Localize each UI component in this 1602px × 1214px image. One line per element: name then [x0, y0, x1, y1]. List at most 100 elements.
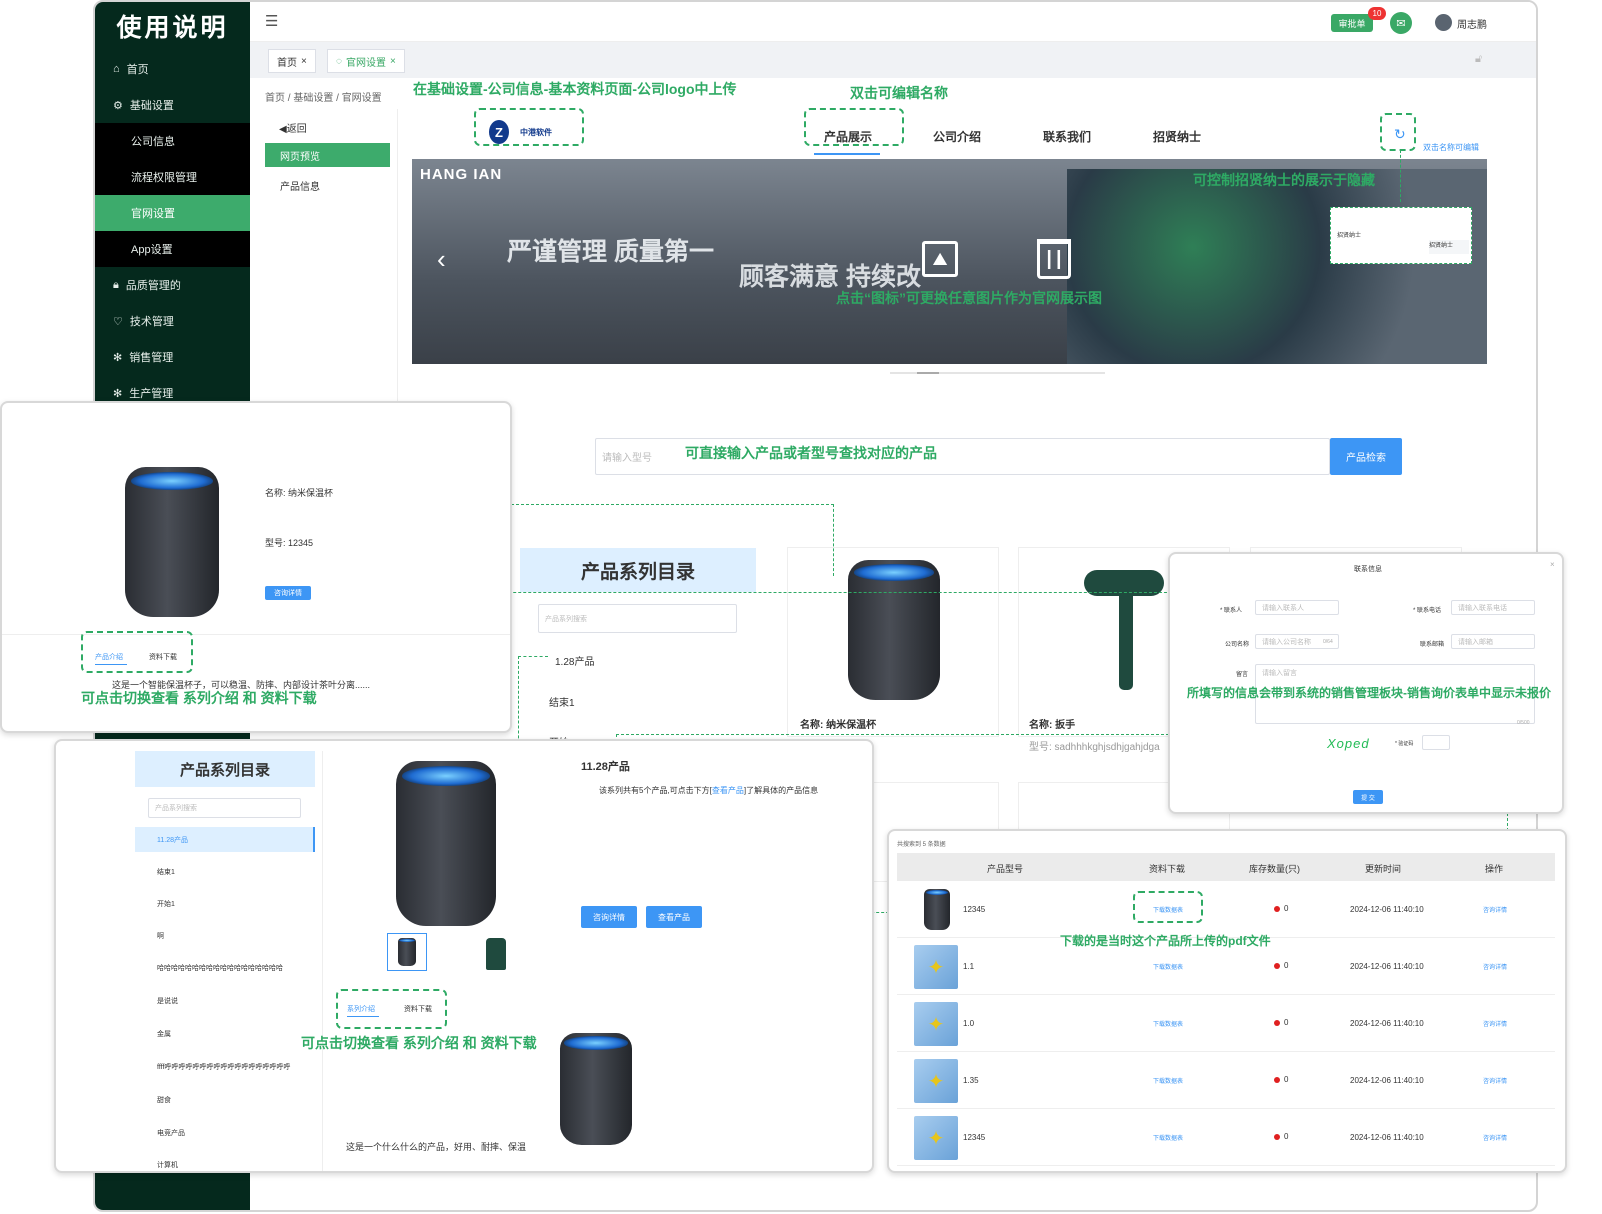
thumbnail-speaker[interactable] — [387, 933, 427, 971]
download-link[interactable]: 下载数据表 — [1153, 1019, 1183, 1028]
highlight-download — [1133, 891, 1203, 923]
bird-image: ✦ — [914, 1059, 958, 1103]
sidebar-item-website-settings[interactable]: 官网设置 — [95, 195, 250, 231]
consult-link[interactable]: 咨询详情 — [1483, 962, 1507, 971]
catalog-item[interactable]: 结束1 — [549, 694, 575, 709]
series-item-active[interactable]: 11.28产品 — [135, 827, 315, 852]
menu-toggle-icon[interactable]: ☰ — [265, 12, 278, 30]
contact-name-input[interactable]: 请输入联系人 — [1255, 600, 1339, 615]
label-phone: * 联系电话 — [1413, 608, 1442, 614]
popup-toggle[interactable]: 招贤纳士 — [1429, 240, 1469, 254]
cell-time: 2024-12-06 11:40:10 — [1350, 905, 1424, 914]
view-products-button[interactable]: 查看产品 — [646, 906, 702, 928]
tab-home[interactable]: 首页 × — [268, 49, 316, 73]
bird-image: ✦ — [914, 945, 958, 989]
column-header: 资料下载 — [1149, 864, 1186, 874]
callout-banner-image: 点击“图标”可更换任意图片作为官网展示图 — [836, 290, 1102, 306]
user-name[interactable]: 周志鹏 — [1457, 16, 1487, 31]
tab-website-settings[interactable]: ◌ 官网设置 × — [327, 49, 405, 73]
cell-time: 2024-12-06 11:40:10 — [1350, 1133, 1424, 1142]
series-item[interactable]: 电竞产品 — [157, 1128, 185, 1138]
sidebar-item-sales[interactable]: ✻ 销售管理 — [95, 339, 250, 375]
series-item[interactable]: 金属 — [157, 1029, 171, 1039]
sidebar-item-basic-settings[interactable]: ⚙ 基础设置 — [95, 87, 250, 123]
sidebar-item-quality[interactable]: 🔒︎ 品质管理的 — [95, 267, 250, 303]
catalog-search-input[interactable]: 产品系列搜索 — [538, 604, 737, 633]
close-icon[interactable]: × — [1550, 560, 1555, 569]
mail-icon[interactable]: ✉ — [1390, 12, 1412, 34]
consult-link[interactable]: 咨询详情 — [1483, 1019, 1507, 1028]
close-icon[interactable]: × — [301, 56, 307, 67]
cell-stock: 0 — [1274, 1075, 1288, 1084]
image-icon[interactable]: ⛰ — [922, 241, 958, 277]
breadcrumb: 首页 / 基础设置 / 官网设置 — [265, 93, 382, 104]
speaker-image — [560, 1033, 632, 1145]
series-item[interactable]: 计算机 — [157, 1160, 178, 1170]
banner-brand: HANG IAN — [420, 166, 503, 183]
view-products-link[interactable]: 查看产品 — [712, 786, 744, 795]
consult-button[interactable]: 咨询详情 — [265, 586, 311, 600]
banner-slogan-1: 严谨管理 质量第一 — [507, 238, 714, 266]
series-item[interactable]: 结束1 — [157, 867, 175, 877]
catalog-title: 产品系列目录 — [520, 548, 756, 592]
home-icon: ⌂ — [113, 63, 120, 75]
status-dot — [1274, 905, 1280, 912]
status-dot — [1274, 1076, 1280, 1083]
product-thumbnail — [924, 889, 950, 930]
series-item[interactable]: 是说说 — [157, 996, 178, 1006]
captcha-image[interactable]: Xoped — [1327, 736, 1370, 751]
approve-button[interactable]: 审批单 — [1331, 14, 1373, 32]
captcha-input[interactable] — [1422, 735, 1450, 750]
download-link[interactable]: 下载数据表 — [1153, 962, 1183, 971]
product-info-tab[interactable]: 产品信息 — [280, 178, 320, 193]
consult-button[interactable]: 咨询详情 — [581, 906, 637, 928]
chevron-left-icon[interactable]: ‹ — [437, 244, 446, 275]
label-email: 联系邮箱 — [1420, 642, 1445, 648]
consult-link[interactable]: 咨询详情 — [1483, 1133, 1507, 1142]
series-item[interactable]: 甜食 — [157, 1095, 171, 1105]
product-search-button[interactable]: 产品检索 — [1330, 438, 1402, 475]
download-link[interactable]: 下载数据表 — [1153, 1133, 1183, 1142]
consult-link[interactable]: 咨询详情 — [1483, 905, 1507, 914]
callout-jobs-toggle: 可控制招贤纳士的展示于隐藏 — [1193, 172, 1375, 188]
contact-phone-input[interactable]: 请输入联系电话 — [1451, 600, 1535, 615]
hair-dryer-handle — [1119, 590, 1133, 690]
series-item[interactable]: 哈哈哈哈哈哈哈哈哈哈哈哈哈哈哈哈哈哈 — [157, 963, 315, 973]
delete-icon[interactable]: ┃┃ — [1037, 239, 1071, 279]
close-icon[interactable]: × — [390, 56, 396, 67]
sidebar-item-company-info[interactable]: 公司信息 — [95, 123, 250, 159]
consult-link[interactable]: 咨询详情 — [1483, 1076, 1507, 1085]
sidebar-item-app-settings[interactable]: App设置 — [95, 231, 250, 267]
web-preview-tab[interactable]: 网页预览 — [265, 143, 390, 167]
banner-connectors-image — [1067, 169, 1487, 364]
product-card[interactable]: 名称: 纳米保温杯 — [787, 547, 999, 737]
nav-jobs[interactable]: 招贤纳士 — [1153, 128, 1201, 145]
bird-image: ✦ — [914, 1002, 958, 1046]
nav-about[interactable]: 公司介绍 — [933, 128, 981, 145]
series-item[interactable]: 啊 — [157, 931, 164, 941]
speaker-image — [396, 761, 496, 926]
back-link[interactable]: ◀返回 — [279, 120, 307, 135]
jobs-toggle-popup: 招贤纳士 招贤纳士 — [1330, 207, 1472, 264]
series-item[interactable]: ffff呼呼呼呼呼呼呼呼呼呼呼呼呼呼呼呼呼呼 — [157, 1062, 321, 1072]
nav-contact[interactable]: 联系我们 — [1043, 128, 1091, 145]
lock-icon: 🔒︎ — [113, 278, 119, 291]
sidebar-item-tech[interactable]: ♡ 技术管理 — [95, 303, 250, 339]
cell-time: 2024-12-06 11:40:10 — [1350, 1076, 1424, 1085]
table-row: ✦ 1.0 下载数据表 0 2024-12-06 11:40:10 咨询详情 — [897, 995, 1555, 1052]
avatar[interactable] — [1435, 14, 1452, 31]
submit-button[interactable]: 提 交 — [1353, 790, 1383, 804]
status-dot — [1274, 1133, 1280, 1140]
sidebar-item-flow-permission[interactable]: 流程权限管理 — [95, 159, 250, 195]
download-link[interactable]: 下载数据表 — [1153, 1076, 1183, 1085]
carousel-indicator-active[interactable] — [917, 372, 939, 374]
unlock-icon[interactable]: 🔓︎ — [1475, 53, 1482, 66]
series-search-input[interactable]: 产品系列搜索 — [148, 798, 301, 818]
email-input[interactable]: 请输入邮箱 — [1451, 634, 1535, 649]
series-item[interactable]: 开始1 — [157, 899, 175, 909]
connector — [1400, 150, 1401, 202]
connector — [833, 504, 834, 576]
sidebar-item-home[interactable]: ⌂ 首页 — [95, 51, 250, 87]
catalog-item[interactable]: 1.28产品 — [555, 653, 594, 668]
thumbnail-hair-dryer[interactable] — [486, 938, 506, 970]
